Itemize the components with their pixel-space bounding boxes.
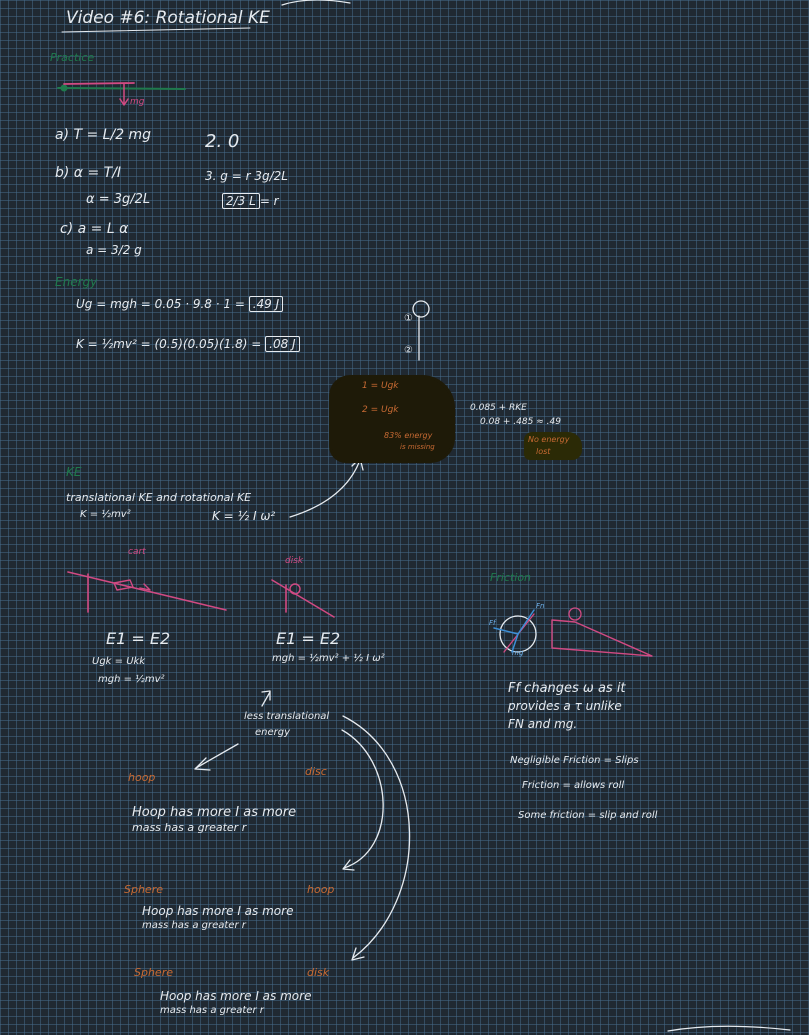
energy-line-2: K = ½mv² = (0.5)(0.05)(1.8) = .08 J <box>76 336 300 352</box>
pendulum-point-1: ① <box>404 313 413 324</box>
rod-pivot <box>60 84 68 92</box>
friction-allows-roll: Friction = allows roll <box>522 780 625 791</box>
disk-on-ramp <box>289 583 301 595</box>
no-energy-line-2: lost <box>536 447 551 456</box>
energy-k-equation: K = ½mv² = (0.5)(0.05)(1.8) = <box>76 337 262 351</box>
ke-translational: K = ½mv² <box>80 509 131 520</box>
curve-1 <box>341 729 384 869</box>
curved-arrow <box>289 459 361 518</box>
answer-3-boxed: 2/3 L <box>222 193 260 209</box>
friction-ramp <box>551 619 653 657</box>
compare-1-text-b: mass has a greater r <box>132 821 247 834</box>
compare-1-hoop: hoop <box>128 771 156 784</box>
fn-label: Fn <box>536 602 545 610</box>
answer-b1: b) α = T/I <box>55 165 122 181</box>
blob-line-4: is missing <box>400 443 435 451</box>
answer-c2: a = 3/2 g <box>86 243 142 257</box>
friction-text-1: Ff changes ω as it <box>508 681 626 696</box>
energy-k-answer: .08 J <box>265 336 300 352</box>
energy-label: Energy <box>55 275 98 289</box>
compare-1-disc: disc <box>305 765 327 778</box>
friction-mg-label: mg <box>512 649 524 657</box>
disk-energy-eq: E1 = E2 <box>276 629 341 648</box>
friction-some: Some friction = slip and roll <box>518 810 658 821</box>
less-energy-line-2: energy <box>255 727 291 738</box>
cart-energy-eq: E1 = E2 <box>106 629 171 648</box>
ke-label: KE <box>66 465 82 479</box>
friction-negligible: Negligible Friction = Slips <box>510 755 639 766</box>
compare-2-sphere: Sphere <box>124 883 163 896</box>
answer-2: 2. 0 <box>205 131 240 152</box>
arrow-left <box>195 743 239 769</box>
answer-3: 3. g = r 3g/2L <box>205 169 288 183</box>
answer-a: a) T = L/2 mg <box>55 127 152 143</box>
top-edge-arc <box>281 0 351 6</box>
answer-3-tail: = r <box>259 194 279 208</box>
rod-mg-label: mg <box>130 97 145 107</box>
compare-3-text-b: mass has a greater r <box>160 1005 264 1016</box>
cart-energy-eq-a: Ugk = Ukk <box>92 656 146 667</box>
ke-rotational: K = ½ I ω² <box>212 509 276 523</box>
pendulum-point-2: ② <box>404 345 413 356</box>
rod-pink <box>63 82 135 85</box>
pendulum-bob <box>412 300 430 318</box>
title-underline <box>61 27 251 33</box>
compare-1-text-a: Hoop has more I as more <box>132 805 297 820</box>
compare-3-text-a: Hoop has more I as more <box>160 989 312 1003</box>
friction-text-3: FN and mg. <box>508 717 578 731</box>
compare-2-text-b: mass has a greater r <box>142 920 246 931</box>
disk-ramp <box>271 579 335 618</box>
blob-line-2: 2 = Ugk <box>362 405 399 415</box>
cart-label: cart <box>128 547 146 557</box>
page-title: Video #6: Rotational KE <box>66 8 270 28</box>
disk-energy-eq-a: mgh = ½mv² + ½ I ω² <box>272 653 385 664</box>
compare-3-disk: disk <box>307 966 330 979</box>
compare-3-sphere: Sphere <box>134 966 173 979</box>
friction-wheel <box>499 615 537 653</box>
ke-line-1: translational KE and rotational KE <box>66 491 252 504</box>
answer-3-result: 2/3 L = r <box>222 193 279 209</box>
calc-line-2: 0.08 + .485 ≈ .49 <box>480 417 561 427</box>
energy-ug-equation: Ug = mgh = 0.05 · 9.8 · 1 = <box>76 297 245 311</box>
ff-label: Ff <box>489 619 496 627</box>
practice-label: Practice <box>50 51 95 64</box>
cart-body <box>113 579 134 591</box>
less-energy-line-1: less translational <box>244 711 330 722</box>
rod-green <box>57 87 186 90</box>
energy-line-1: Ug = mgh = 0.05 · 9.8 · 1 = .49 J <box>76 296 284 312</box>
calc-line-1: 0.085 + RKE <box>470 403 527 413</box>
blob-line-3: 83% energy <box>384 431 433 440</box>
no-energy-line-1: No energy <box>528 435 570 444</box>
cart-ramp <box>67 571 227 611</box>
answer-b2: α = 3g/2L <box>86 192 151 207</box>
compare-2-text-a: Hoop has more I as more <box>142 904 294 918</box>
blob-line-1: 1 = Ugk <box>362 381 399 391</box>
energy-ug-answer: .49 J <box>248 296 284 312</box>
friction-text-2: provides a τ unlike <box>508 699 622 713</box>
compare-2-hoop: hoop <box>307 883 335 896</box>
disk-label: disk <box>285 556 304 566</box>
cart-energy-eq-b: mgh = ½mv² <box>98 674 165 685</box>
friction-label: Friction <box>490 571 532 584</box>
curve-2 <box>342 715 411 959</box>
bottom-edge-arc <box>667 1025 791 1032</box>
answer-c1: c) a = L α <box>60 221 129 237</box>
